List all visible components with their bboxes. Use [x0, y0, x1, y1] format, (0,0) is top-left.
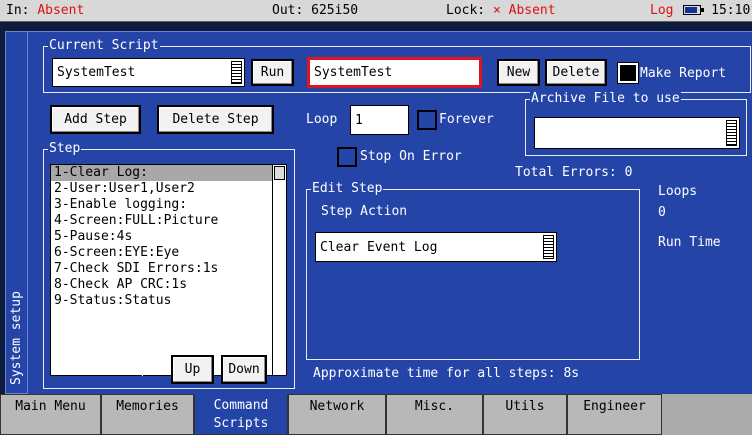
- new-button[interactable]: New: [497, 59, 540, 86]
- edit-step-title: Edit Step: [311, 181, 384, 197]
- total-errors: Total Errors: 0: [515, 165, 633, 180]
- step-list-item[interactable]: 8-Check AP CRC:1s: [51, 277, 286, 293]
- loop-count-input[interactable]: 1: [350, 105, 409, 135]
- loop-label: Loop: [306, 112, 338, 127]
- delete-button[interactable]: Delete: [545, 59, 607, 86]
- output-value: 625i50: [311, 3, 359, 18]
- move-up-label: Up: [184, 362, 201, 377]
- current-script-title: Current Script: [48, 38, 160, 54]
- log-label: Log: [650, 3, 674, 18]
- input-value: Absent: [37, 3, 85, 18]
- step-list-item[interactable]: 2-User:User1,User2: [51, 181, 286, 197]
- archive-file-select[interactable]: [534, 117, 740, 149]
- dropdown-icon: [726, 120, 737, 146]
- lock-status: Lock: × Absent: [446, 3, 556, 18]
- step-list[interactable]: 1-Clear Log: 2-User:User1,User2 3-Enable l…: [50, 164, 287, 376]
- system-setup-tab-label: System setup: [8, 291, 24, 385]
- step-list-item[interactable]: 7-Check SDI Errors:1s: [51, 261, 286, 277]
- run-button[interactable]: Run: [251, 59, 294, 86]
- run-button-label: Run: [260, 65, 285, 80]
- stop-on-error-label: Stop On Error: [360, 149, 462, 164]
- step-list-item[interactable]: 3-Enable logging:: [51, 197, 286, 213]
- loops-value: 0: [658, 205, 666, 220]
- delete-step-label: Delete Step: [172, 112, 259, 127]
- script-name-input[interactable]: SystemTest: [307, 57, 482, 88]
- delete-button-label: Delete: [552, 65, 600, 80]
- command-scripts-panel: Current Script SystemTest Run SystemTest…: [28, 31, 752, 394]
- make-report-label: Make Report: [640, 66, 727, 81]
- stop-on-error-checkbox[interactable]: [337, 147, 357, 167]
- move-step-label: Move Step: [78, 362, 149, 377]
- menu-tab-command-scripts[interactable]: Command Scripts: [194, 394, 288, 435]
- system-setup-tab[interactable]: System setup: [5, 31, 28, 394]
- move-down-label: Down: [228, 362, 260, 377]
- move-up-button[interactable]: Up: [171, 355, 214, 384]
- bottom-menu-bar: Main Menu Memories Command Scripts Network M…: [0, 394, 752, 435]
- archive-file-title: Archive File to use: [530, 91, 681, 107]
- dropdown-icon: [231, 61, 242, 84]
- script-name-input-value: SystemTest: [314, 65, 393, 80]
- loops-label: Loops: [658, 184, 698, 199]
- make-report-checkbox[interactable]: [617, 62, 639, 84]
- forever-checkbox[interactable]: [417, 110, 437, 130]
- step-list-item[interactable]: 5-Pause:4s: [51, 229, 286, 245]
- run-time-label: Run Time: [658, 235, 721, 250]
- step-list-scrollbar[interactable]: [272, 165, 286, 375]
- delete-step-button[interactable]: Delete Step: [157, 105, 274, 134]
- script-select[interactable]: SystemTest: [52, 58, 245, 87]
- script-select-value: SystemTest: [57, 65, 136, 80]
- step-list-item[interactable]: 1-Clear Log:: [51, 165, 286, 181]
- step-list-item[interactable]: 4-Screen:FULL:Picture: [51, 213, 286, 229]
- input-label: In:: [6, 3, 30, 18]
- output-status: Out: 625i50: [272, 3, 358, 18]
- step-list-item[interactable]: 6-Screen:EYE:Eye: [51, 245, 286, 261]
- step-action-value: Clear Event Log: [320, 239, 438, 255]
- menu-tab-memories[interactable]: Memories: [101, 394, 194, 435]
- move-down-button[interactable]: Down: [221, 355, 267, 384]
- menu-tab-utils[interactable]: Utils: [483, 394, 567, 435]
- add-step-button[interactable]: Add Step: [50, 105, 141, 134]
- status-bar: In: Absent Out: 625i50 Lock: × Absent Lo…: [0, 0, 752, 22]
- scrollbar-thumb[interactable]: [274, 166, 285, 180]
- add-step-label: Add Step: [64, 112, 127, 127]
- menu-tab-network[interactable]: Network: [288, 394, 386, 435]
- lock-value: × Absent: [492, 3, 556, 18]
- forever-label: Forever: [439, 112, 494, 127]
- menu-tab-main-menu[interactable]: Main Menu: [0, 394, 101, 435]
- input-status: In: Absent: [6, 3, 84, 18]
- step-list-item[interactable]: 9-Status:Status: [51, 293, 286, 309]
- step-action-label: Step Action: [321, 204, 408, 219]
- clock: 15:10: [711, 3, 751, 18]
- loop-count-value: 1: [355, 112, 363, 128]
- log-status: Log 15:10: [650, 3, 750, 18]
- battery-icon: [683, 5, 705, 15]
- step-title: Step: [48, 141, 82, 157]
- step-action-select[interactable]: Clear Event Log: [315, 232, 557, 262]
- output-label: Out:: [272, 3, 304, 18]
- approximate-time: Approximate time for all steps: 8s: [313, 366, 580, 381]
- new-button-label: New: [506, 65, 531, 80]
- lock-label: Lock:: [446, 3, 486, 18]
- menu-tab-engineer[interactable]: Engineer: [567, 394, 662, 435]
- step-list-items: 1-Clear Log: 2-User:User1,User2 3-Enable l…: [51, 165, 286, 309]
- dropdown-icon: [543, 235, 554, 259]
- menu-tab-misc[interactable]: Misc.: [386, 394, 483, 435]
